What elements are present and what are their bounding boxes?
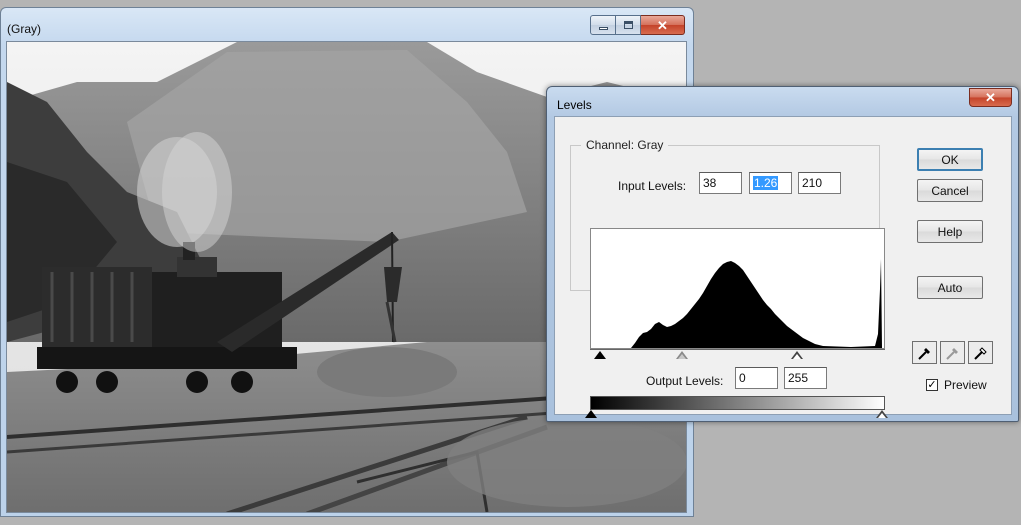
channel-value[interactable]: Gray [637,138,663,152]
auto-button[interactable]: Auto [917,276,983,299]
output-black-slider[interactable] [585,410,597,418]
channel-legend: Channel: Gray [581,138,669,152]
maximize-button[interactable] [616,15,641,35]
input-black-field[interactable]: 38 [699,172,742,194]
output-gradient-bar [590,396,885,410]
input-levels-label: Input Levels: [618,179,687,193]
output-levels-label: Output Levels: [646,374,724,388]
maximize-icon [623,21,633,29]
minimize-button[interactable] [590,15,616,35]
histogram-graph [631,259,882,348]
output-black-field[interactable]: 0 [735,367,778,389]
input-gamma-value: 1.26 [753,176,779,190]
preview-label: Preview [944,378,987,392]
minimize-icon [598,26,608,30]
preview-checkbox[interactable]: ✓ [926,379,938,391]
help-button[interactable]: Help [917,220,983,243]
close-button[interactable]: ✕ [641,15,685,35]
input-slider-track[interactable] [590,349,885,350]
channel-label: Channel: [586,138,635,152]
cancel-button[interactable]: Cancel [917,179,983,202]
gray-eyedropper-icon [945,347,958,360]
dialog-body: Channel: Gray Input Levels: 38 1.26 210 … [554,116,1012,418]
white-eyedropper-icon [973,346,987,360]
dialog-close-button[interactable]: ✕ [969,88,1012,107]
close-icon: ✕ [985,90,996,105]
output-white-slider[interactable] [876,410,888,418]
levels-dialog: Levels ✕ Channel: Gray Input Levels: 38 … [546,86,1019,422]
output-white-field[interactable]: 255 [784,367,827,389]
black-eyedropper-icon [917,347,930,360]
gray-eyedropper-button[interactable] [940,341,965,364]
input-gamma-slider[interactable] [676,351,688,359]
checkmark-icon: ✓ [927,378,937,391]
input-white-field[interactable]: 210 [798,172,841,194]
document-title: (Gray) [7,22,41,36]
input-gamma-field[interactable]: 1.26 [749,172,792,194]
ok-button[interactable]: OK [917,148,983,171]
dialog-title: Levels [557,98,592,112]
histogram [590,228,885,349]
black-eyedropper-button[interactable] [912,341,937,364]
input-black-slider[interactable] [594,351,606,359]
window-controls: ✕ [590,15,685,35]
close-icon: ✕ [657,17,668,33]
input-white-slider[interactable] [791,351,803,359]
white-eyedropper-button[interactable] [968,341,993,364]
